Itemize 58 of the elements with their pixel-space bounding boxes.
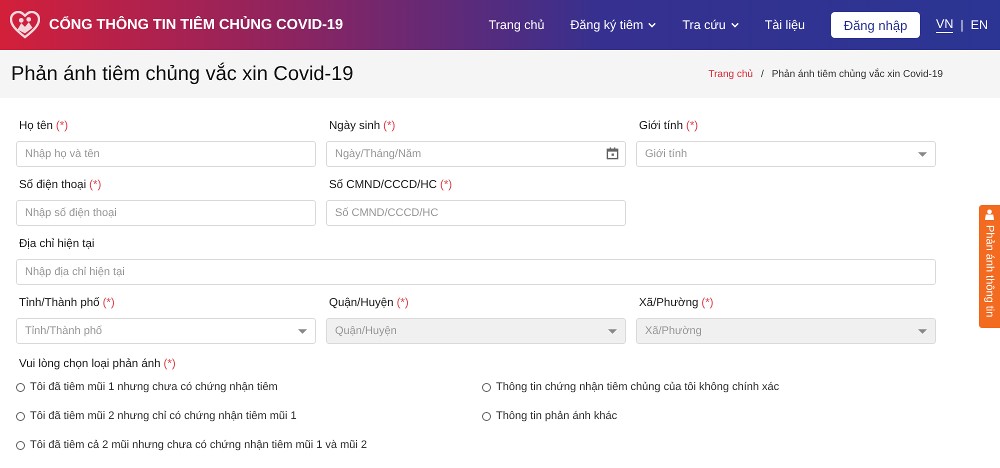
page-title: Phản ánh tiêm chủng vắc xin Covid-19 [11,62,354,86]
person-icon [984,209,995,220]
breadcrumb-separator: / [761,68,764,80]
heart-logo-icon [10,11,40,39]
radio-label: Tôi đã tiêm cả 2 mũi nhưng chưa có chứng nhận tiêm mũi 1 và mũi 2 [30,439,367,451]
field-label: Ngày sinh [329,120,380,132]
caret-icon [608,329,617,334]
field-label: Họ tên [19,120,53,132]
login-button[interactable]: Đăng nhập [831,12,920,38]
radio-label: Tôi đã tiêm mũi 2 nhưng chỉ có chứng nhận tiêm mũi 1 [30,410,297,422]
field-label: Địa chỉ hiện tại [19,238,94,250]
radio-button[interactable] [482,382,491,392]
required-mark: (*) [396,297,409,309]
radio-button[interactable] [482,412,491,420]
nav-link[interactable]: Đăng ký tiêm [570,18,656,32]
language-link[interactable]: EN [970,18,988,32]
radio-button[interactable] [16,440,25,450]
caret-icon [918,152,927,157]
nav-link[interactable]: Trang chủ [488,18,544,32]
site-title: CỔNG THÔNG TIN TIÊM CHỦNG COVID-19 [49,17,344,33]
calendar-icon [606,147,619,160]
required-mark: (*) [701,297,714,309]
radio-button[interactable] [16,382,25,392]
input-field[interactable]: Nhập địa chỉ hiện tại [16,259,936,285]
radio-label: Thông tin chứng nhận tiêm chủng của tôi không chính xác [496,381,780,393]
required-mark: (*) [686,120,698,132]
field-label: Quận/Huyện [329,297,394,309]
chevron-down-icon [730,22,739,28]
caret-icon [918,329,927,334]
breadcrumb-link[interactable]: Trang chủ [708,68,753,80]
required-mark: (*) [56,120,68,132]
field-label: Số điện thoại [19,179,86,191]
select-field[interactable]: Giới tính [636,141,936,167]
language-separator: | [960,18,964,32]
required-mark: (*) [383,120,396,132]
field-label: Số CMND/CCCD/HC [329,179,437,191]
radio-button[interactable] [16,412,25,420]
required-mark: (*) [89,179,102,191]
input-field[interactable]: Nhập họ và tên [16,141,316,167]
group-label: Vui lòng chọn loại phản ánh [19,358,161,370]
language-link[interactable]: VN [936,17,954,33]
caret-icon [298,329,307,334]
field-label: Xã/Phường [639,297,698,309]
chevron-down-icon [648,22,656,28]
input-field[interactable]: Số CMND/CCCD/HC [326,200,626,226]
required-mark: (*) [102,297,115,309]
nav-link[interactable]: Tài liệu [764,18,805,32]
radio-label: Thông tin phản ánh khác [496,410,618,422]
field-label: Tỉnh/Thành phố [19,297,100,309]
input-field[interactable]: Nhập số điện thoại [16,200,316,226]
field-label: Giới tính [639,120,683,132]
breadcrumb-current: Phản ánh tiêm chủng vắc xin Covid-19 [772,68,943,80]
date-field[interactable]: Ngày/Tháng/Năm [326,141,626,167]
radio-label: Tôi đã tiêm mũi 1 nhưng chưa có chứng nhận tiêm [30,381,278,393]
required-mark: (*) [440,179,452,191]
required-mark: (*) [164,358,176,370]
select-field[interactable]: Tỉnh/Thành phố [16,318,316,344]
nav-link[interactable]: Tra cứu [682,18,739,32]
